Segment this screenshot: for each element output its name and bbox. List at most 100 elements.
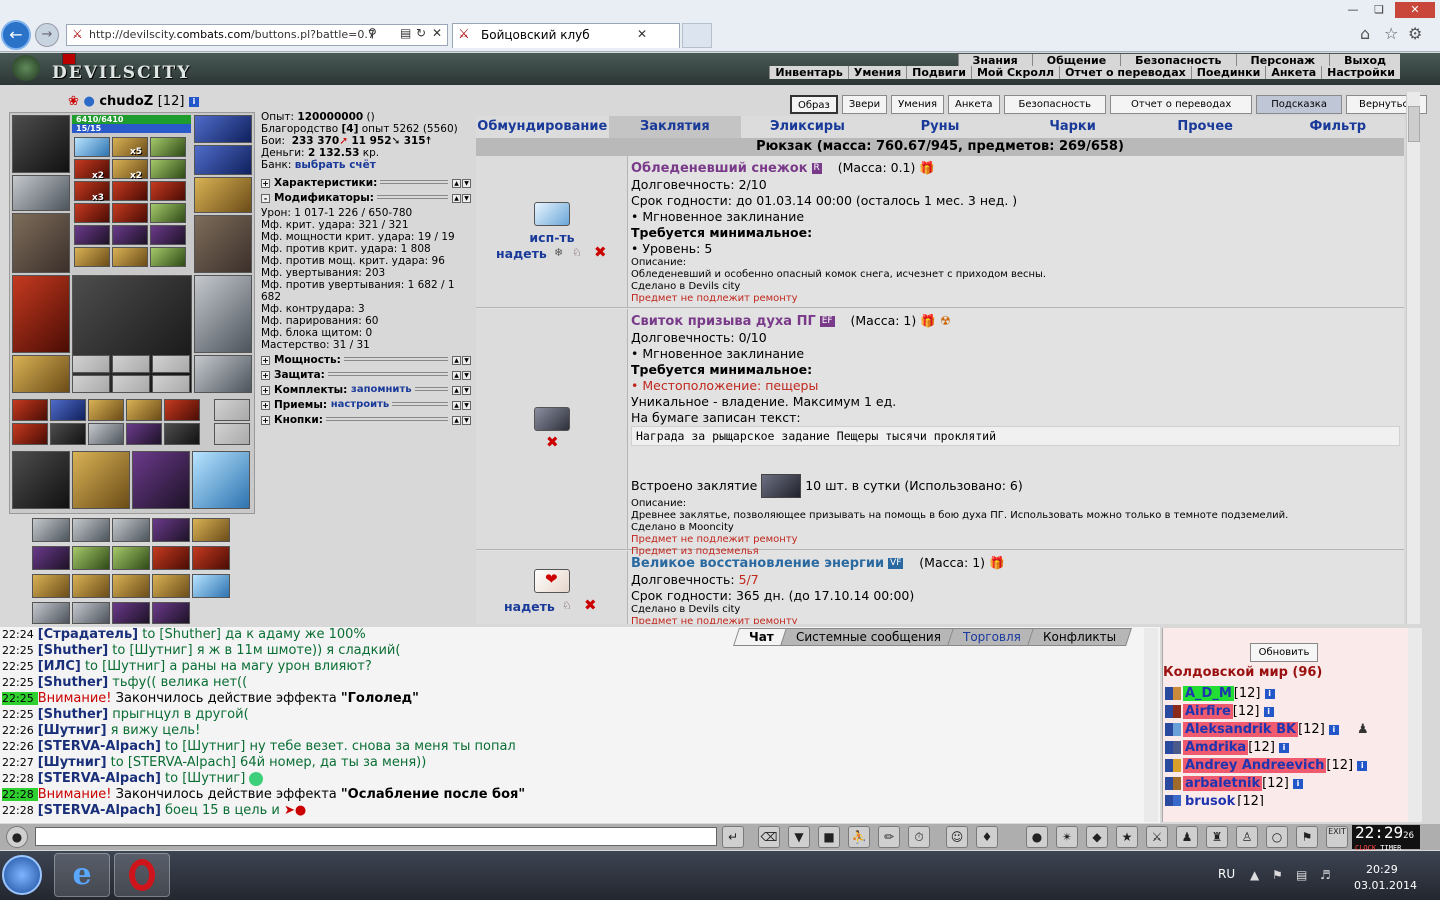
player-name[interactable]: Andrey Andreevich (1183, 758, 1327, 773)
maximize-button[interactable]: ❏ (1366, 2, 1392, 18)
player-name[interactable]: arbaletnik (1183, 776, 1263, 791)
exit-icon[interactable]: EXIT (1326, 826, 1348, 848)
section-modifiers[interactable]: - Модификаторы: ▲ ▼ (261, 192, 471, 204)
down-arrow-icon[interactable]: ▼ (462, 400, 471, 410)
compat-icon[interactable]: ▤ (400, 26, 411, 40)
address-bar[interactable]: http://devilscity.combats.com/buttons.pl… (66, 24, 448, 46)
tab-runes[interactable]: Руны (874, 116, 1007, 138)
belt-slot[interactable] (112, 574, 150, 598)
player-icons[interactable] (1165, 777, 1181, 790)
tab-charms[interactable]: Чарки (1006, 116, 1139, 138)
belt-slot[interactable] (112, 546, 150, 570)
volume-icon[interactable]: ♬ (1320, 868, 1331, 882)
flag-button-icon[interactable]: ⚑ (1296, 826, 1318, 848)
delete-icon[interactable]: ✖ (584, 596, 597, 614)
chat-author[interactable]: [Страдатель] (38, 627, 138, 642)
image-button[interactable]: Образ (790, 95, 838, 114)
chat-time[interactable]: 22:25 (2, 708, 38, 721)
tab-trade[interactable]: Торговля (946, 628, 1037, 646)
group-icon[interactable]: ♟ (1176, 826, 1198, 848)
down-arrow-icon[interactable]: ▼ (462, 370, 471, 380)
chat-time[interactable]: 22:24 (2, 628, 38, 641)
submenu-fights[interactable]: Поединки (1190, 66, 1266, 79)
ring-slot[interactable] (72, 355, 110, 373)
scroll-slot[interactable] (150, 203, 186, 223)
helmet-slot[interactable] (12, 115, 70, 173)
delete-icon[interactable]: ✖ (546, 433, 559, 451)
paw-icon[interactable]: ○ (1266, 826, 1288, 848)
tab-conflicts[interactable]: Конфликты (1026, 628, 1132, 646)
expand-icon[interactable]: + (261, 355, 270, 365)
belt-slot[interactable] (112, 518, 150, 542)
player-icons[interactable] (1165, 687, 1181, 700)
player-icons[interactable] (1165, 759, 1181, 772)
bag-slot[interactable] (132, 451, 190, 509)
chat-author[interactable]: [Shuther] (38, 675, 108, 690)
configure-tricks-link[interactable]: настроить (331, 399, 390, 411)
chat-time[interactable]: 22:28 (2, 804, 38, 817)
fighter-icon[interactable]: ⛹ (848, 826, 870, 848)
player-name[interactable]: Airfire (1183, 704, 1233, 719)
info-icon[interactable]: i (1292, 778, 1303, 789)
belt-slot[interactable] (72, 602, 110, 624)
chat-author[interactable]: [STERVA-Alpach] (38, 803, 161, 818)
up-arrow-icon[interactable]: ▲ (452, 400, 461, 410)
chat-time[interactable]: 22:25 (2, 692, 38, 705)
smileys-icon[interactable]: ☺ (946, 826, 968, 848)
chat-input[interactable] (35, 827, 717, 846)
player-name[interactable]: A_D_M (1183, 686, 1234, 701)
submenu-skills[interactable]: Умения (847, 66, 906, 79)
down-arrow-icon[interactable]: ▼ (462, 193, 471, 203)
amulet-slot[interactable] (194, 145, 252, 175)
chat-time[interactable]: 22:25 (2, 676, 38, 689)
belt-slot[interactable] (152, 546, 190, 570)
collapse-icon[interactable]: - (261, 193, 270, 203)
quick-slot[interactable] (88, 399, 124, 421)
inventory-scrollbar[interactable] (1406, 92, 1420, 624)
online-scrollbar[interactable] (1408, 628, 1422, 822)
section-buttons[interactable]: + Кнопки: ▲ ▼ (261, 414, 471, 426)
chat-time[interactable]: 22:25 (2, 644, 38, 657)
gloves-slot[interactable] (194, 177, 252, 213)
bag-slot[interactable] (12, 451, 70, 509)
quick-slot[interactable] (164, 423, 200, 445)
item-name[interactable]: Свиток призыва духа ПГ (631, 314, 816, 329)
info-icon[interactable]: i (1264, 688, 1275, 699)
chat-time[interactable]: 22:28 (2, 788, 38, 801)
bank-select-link[interactable]: выбрать счёт (295, 159, 376, 171)
belt-slot[interactable] (32, 546, 70, 570)
quick-slot[interactable] (214, 399, 250, 421)
skills-button[interactable]: Умения (891, 95, 944, 114)
expand-icon[interactable]: + (261, 370, 270, 380)
section-power[interactable]: + Мощность: ▲ ▼ (261, 354, 471, 366)
up-arrow-icon[interactable]: ▲ (452, 385, 461, 395)
quick-slot[interactable] (164, 399, 200, 421)
bag-slot[interactable] (192, 451, 250, 509)
down-arrow-icon[interactable]: ▼ (462, 178, 471, 188)
weapon-left-slot[interactable] (12, 213, 70, 273)
wear-link[interactable]: надеть (504, 599, 555, 614)
scroll-slot[interactable] (74, 203, 110, 223)
belt-slot[interactable] (192, 546, 230, 570)
chat-time[interactable]: 22:27 (2, 756, 38, 769)
character-nick[interactable]: ❀ ● chudoZ [12] i (68, 94, 199, 109)
ring-slot[interactable] (152, 375, 190, 393)
scroll-slot[interactable] (112, 203, 148, 223)
clan-chat-icon[interactable]: ♦ (976, 826, 998, 848)
profile-button[interactable]: Анкета (948, 95, 1000, 114)
submenu-transfer-report[interactable]: Отчет о переводах (1059, 66, 1191, 79)
expand-icon[interactable]: + (261, 400, 270, 410)
chat-author[interactable]: [Шутниг] (38, 723, 107, 738)
info-icon[interactable]: i (1279, 742, 1290, 753)
chat-time[interactable]: 22:25 (2, 660, 38, 673)
chat-author[interactable]: [ИЛС] (38, 659, 81, 674)
quick-slot[interactable] (50, 423, 86, 445)
back-button[interactable]: ← (1, 20, 31, 50)
ring-slot[interactable] (112, 375, 150, 393)
belt-slot[interactable] (152, 602, 190, 624)
bag-slot[interactable] (72, 451, 130, 509)
player-name[interactable]: brusok (1183, 794, 1237, 806)
section-sets[interactable]: + Комплекты: запомнить ▲ ▼ (261, 384, 471, 396)
scrollbar-thumb[interactable] (1408, 106, 1420, 142)
eraser-icon[interactable]: ⌫ (758, 826, 780, 848)
